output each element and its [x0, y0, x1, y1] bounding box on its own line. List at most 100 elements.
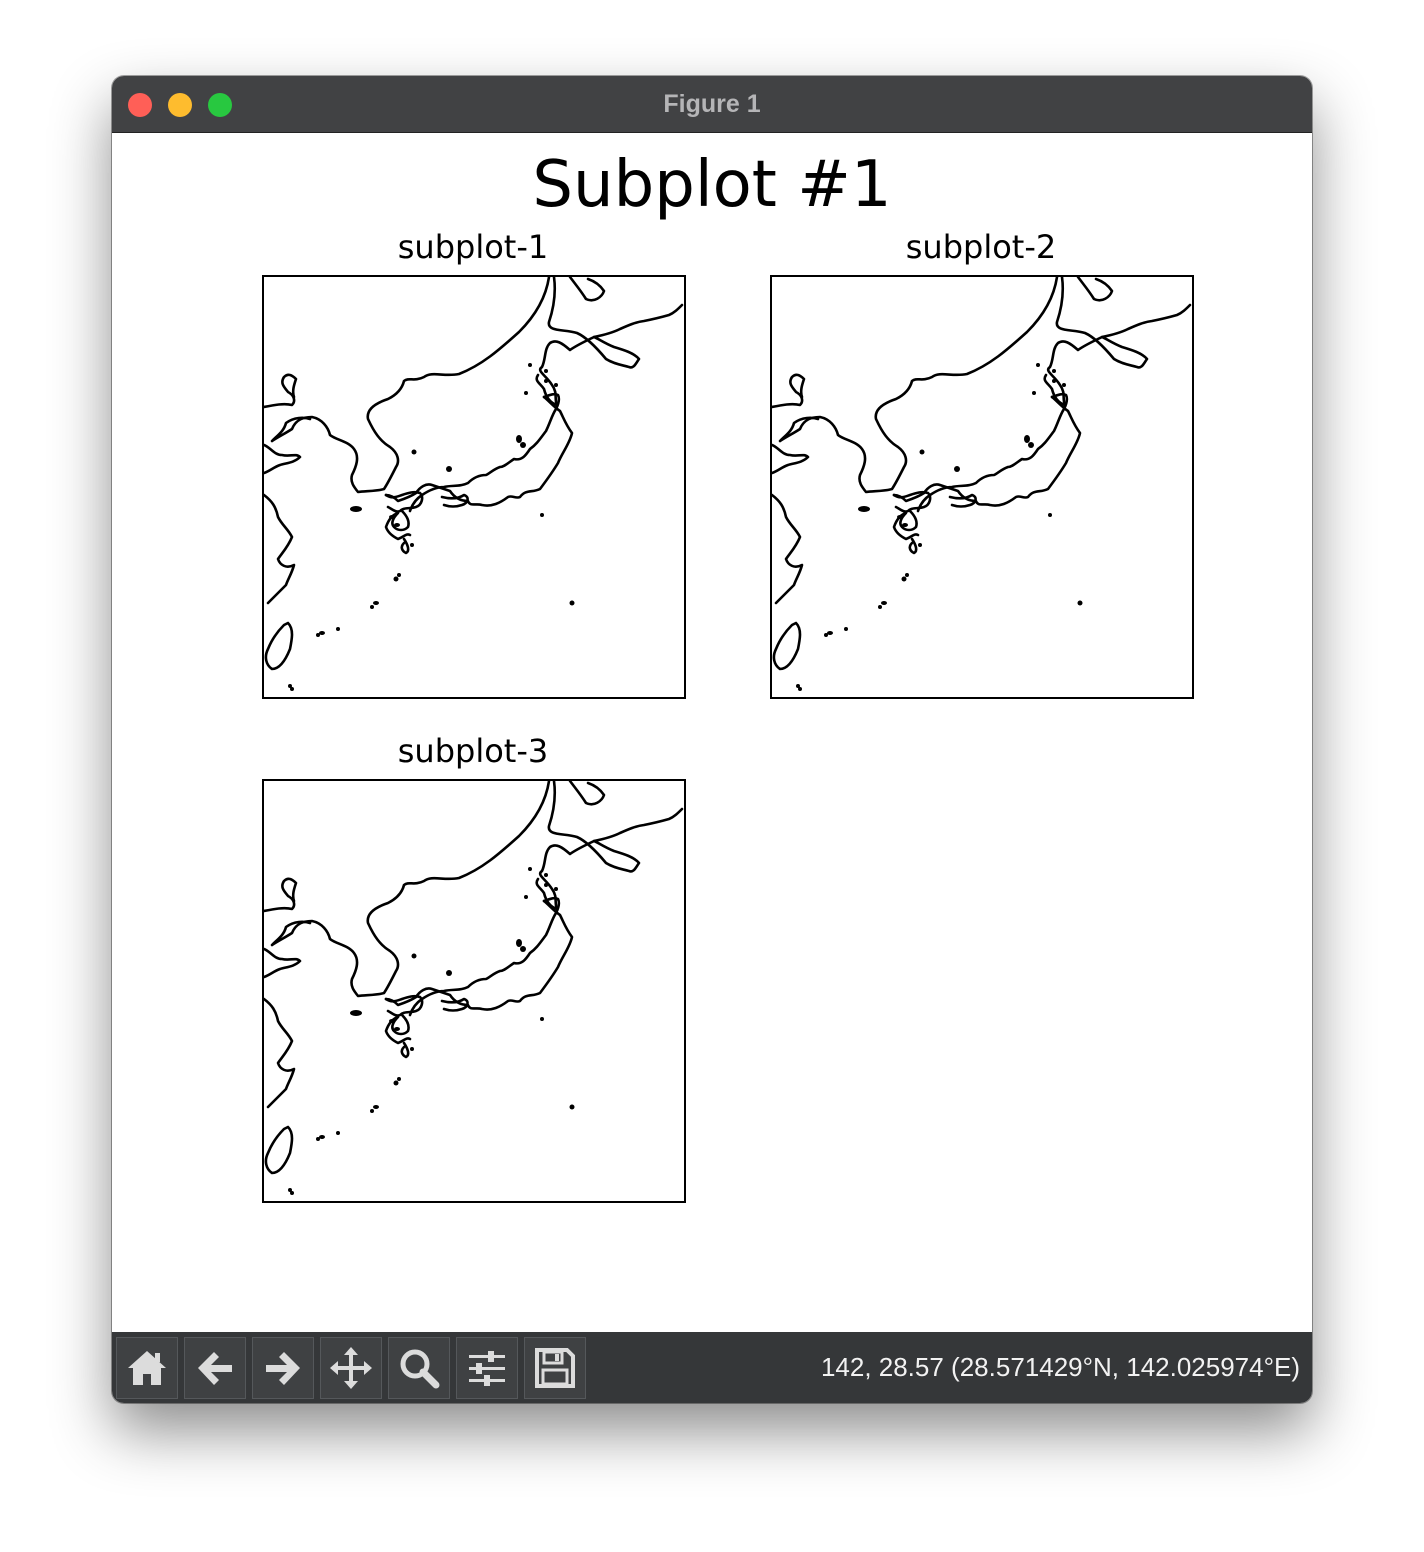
island-5: [350, 1010, 362, 1016]
island-4: [1048, 513, 1052, 517]
arrow-left-icon: [198, 1352, 232, 1385]
save-button[interactable]: [524, 1337, 586, 1399]
island-7: [394, 1027, 400, 1031]
coastline-5: [264, 443, 302, 475]
island-15: [316, 633, 320, 637]
coastline-8: [916, 392, 1069, 513]
subplot-1-map[interactable]: [262, 275, 686, 699]
island-6: [389, 1019, 395, 1023]
island-22: [1052, 369, 1056, 373]
coastline-map: [264, 277, 684, 691]
window-title: Figure 1: [663, 90, 761, 118]
island-7: [902, 523, 908, 527]
back-button[interactable]: [184, 1337, 246, 1399]
home-button[interactable]: [116, 1337, 178, 1399]
island-4: [540, 1017, 544, 1021]
island-23: [554, 383, 558, 387]
island-13: [1077, 600, 1083, 606]
coastline-0: [1043, 277, 1149, 407]
coastline-1: [568, 781, 606, 806]
island-5: [858, 506, 870, 512]
island-10: [397, 573, 401, 577]
arrow-right-icon: [266, 1352, 300, 1385]
subplot-3-title: subplot-3: [397, 732, 549, 770]
floppy-disk-icon: [535, 1348, 575, 1388]
island-22: [544, 873, 548, 877]
island-9: [393, 576, 399, 582]
island-1: [446, 466, 452, 472]
island-10: [397, 1077, 401, 1081]
coastline-13: [264, 1125, 294, 1175]
coastline-1: [1076, 277, 1114, 302]
island-0: [411, 449, 417, 455]
subplot-2-map[interactable]: [770, 275, 1194, 699]
island-3: [1028, 442, 1034, 448]
island-16: [336, 627, 340, 631]
coastline-11: [400, 537, 410, 555]
coastline-0: [535, 277, 641, 407]
island-22: [544, 369, 548, 373]
island-19: [524, 895, 528, 899]
cursor-coordinates: 142, 28.57 (28.571429°N, 142.025974°E): [820, 1352, 1300, 1382]
subplot-2-title: subplot-2: [905, 228, 1057, 266]
island-13: [569, 600, 575, 606]
island-11: [373, 601, 379, 605]
coastline-2: [1100, 303, 1192, 339]
figure-canvas[interactable]: Subplot #1 subplot-1 subplot-2 subplot-3: [112, 133, 1312, 1332]
island-6: [897, 515, 903, 519]
island-2: [1024, 435, 1030, 443]
coastline-6: [264, 997, 296, 1109]
island-19: [524, 391, 528, 395]
coastline-0: [535, 781, 641, 911]
coastline-11: [400, 1041, 410, 1059]
island-19: [1032, 391, 1036, 395]
island-9: [393, 1080, 399, 1086]
move-icon: [330, 1347, 372, 1389]
home-icon: [128, 1351, 166, 1385]
island-11: [373, 1105, 379, 1109]
coastline-2: [592, 303, 684, 339]
coastline-11: [908, 537, 918, 555]
coastline-2: [592, 807, 684, 843]
island-23: [554, 887, 558, 891]
island-6: [389, 515, 395, 519]
island-1: [954, 466, 960, 472]
pan-button[interactable]: [320, 1337, 382, 1399]
coastline-5: [264, 947, 302, 979]
island-18: [798, 687, 802, 691]
island-12: [370, 1109, 374, 1113]
island-11: [881, 601, 887, 605]
island-21: [528, 363, 532, 367]
island-10: [905, 573, 909, 577]
island-18: [290, 687, 294, 691]
island-2: [516, 939, 522, 947]
subplot-3-map[interactable]: [262, 779, 686, 1203]
island-3: [520, 946, 526, 952]
coastline-1: [568, 277, 606, 302]
configure-subplots-button[interactable]: [456, 1337, 518, 1399]
coastline-6: [264, 493, 296, 605]
forward-button[interactable]: [252, 1337, 314, 1399]
title-bar[interactable]: Figure 1: [112, 76, 1312, 133]
coastline-6: [772, 493, 804, 605]
island-7: [394, 523, 400, 527]
coastline-4: [772, 373, 806, 409]
island-21: [1036, 363, 1040, 367]
island-15: [824, 633, 828, 637]
island-1: [446, 970, 452, 976]
island-20: [544, 379, 548, 383]
subplot-1-title: subplot-1: [397, 228, 549, 266]
zoom-button[interactable]: [388, 1337, 450, 1399]
figure-suptitle: Subplot #1: [532, 148, 892, 222]
island-18: [290, 1191, 294, 1195]
island-0: [411, 953, 417, 959]
coastline-4: [264, 877, 298, 913]
coastline-13: [772, 621, 802, 671]
coastline-8: [408, 392, 561, 513]
island-16: [336, 1131, 340, 1135]
island-20: [544, 883, 548, 887]
coastline-13: [264, 621, 294, 671]
island-12: [370, 605, 374, 609]
island-21: [528, 867, 532, 871]
coastline-3: [270, 781, 551, 998]
